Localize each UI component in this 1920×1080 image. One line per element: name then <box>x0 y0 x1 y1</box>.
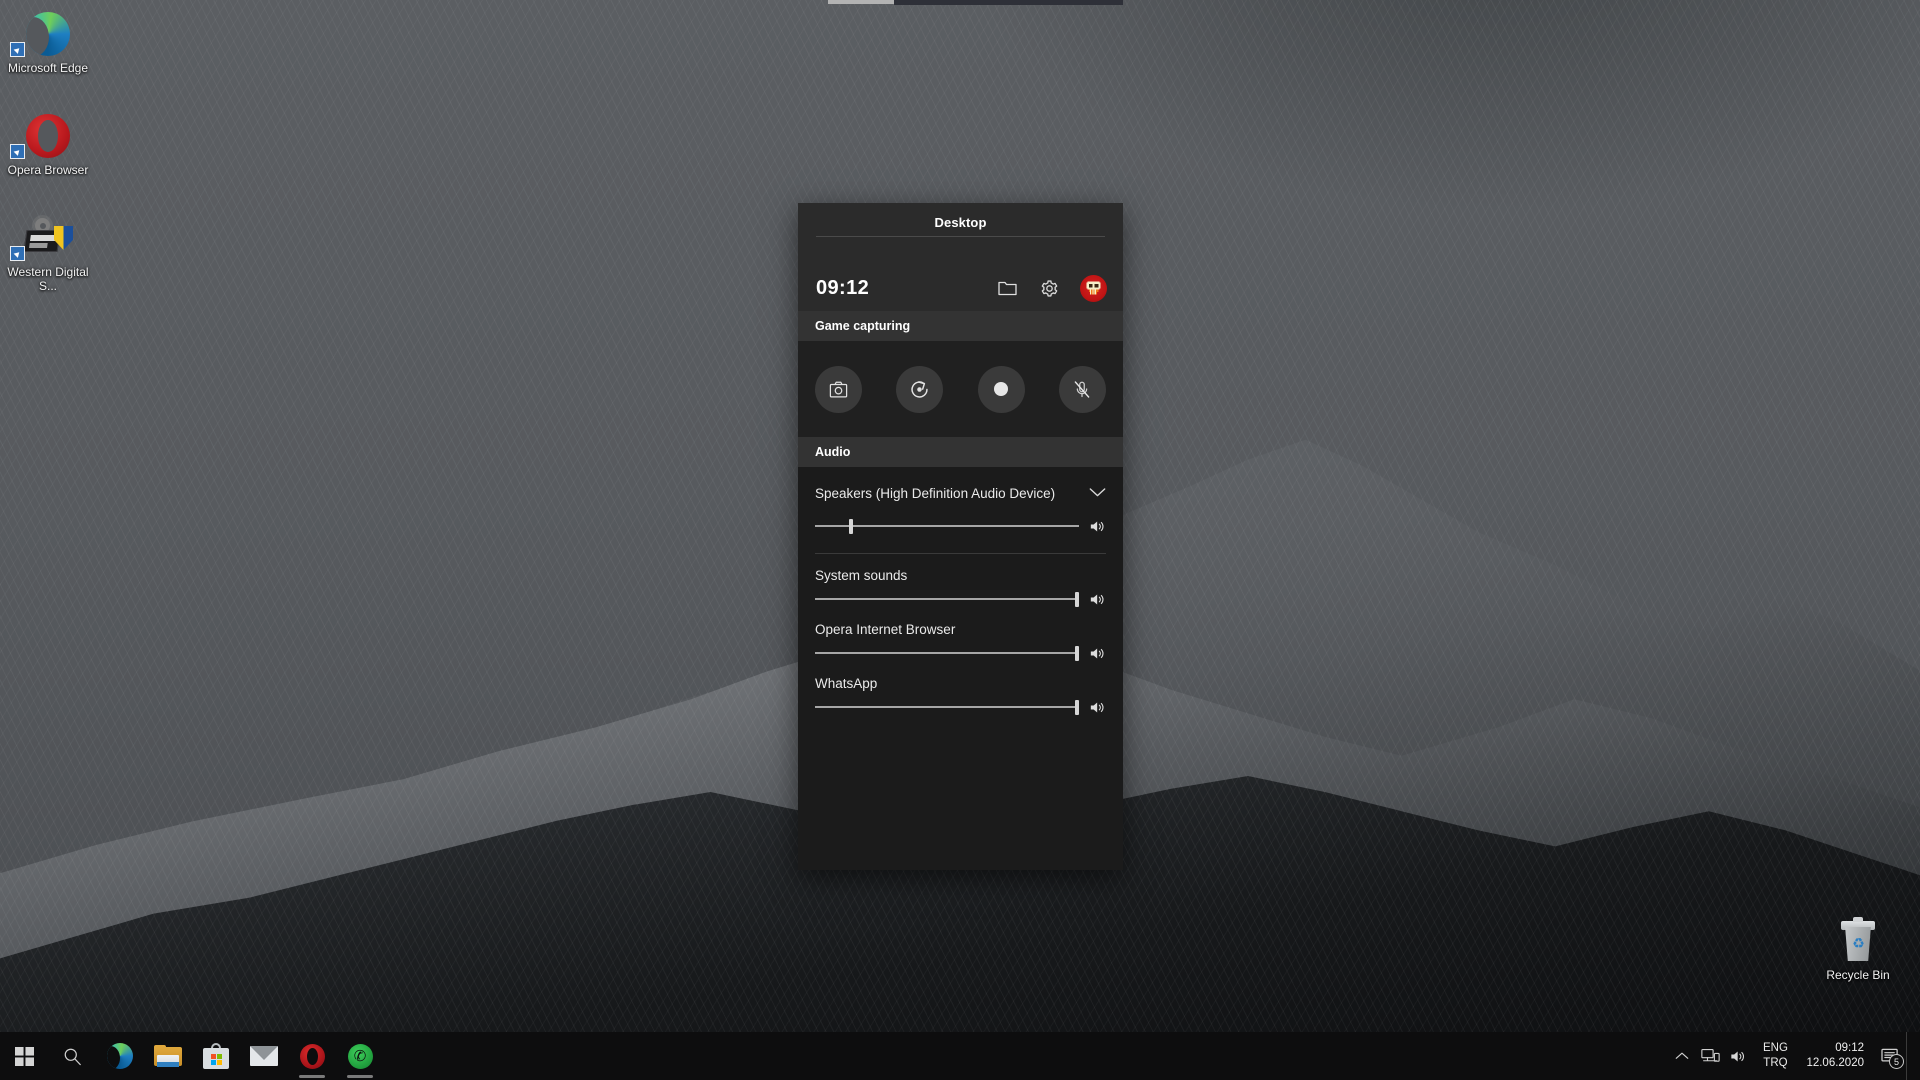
edge-icon <box>107 1043 133 1069</box>
app-volume-slider-row[interactable] <box>815 692 1106 722</box>
slider-thumb[interactable] <box>1075 646 1079 661</box>
game-bar-header: Desktop <box>798 203 1123 265</box>
notification-count-badge: 5 <box>1889 1054 1904 1069</box>
show-desktop-button[interactable] <box>1906 1032 1914 1080</box>
audio-app-name: WhatsApp <box>815 676 878 691</box>
section-header-audio: Audio <box>798 437 1123 467</box>
desktop-icon-label: Recycle Bin <box>1826 968 1890 982</box>
western-digital-icon <box>2 212 94 261</box>
network-icon[interactable] <box>1696 1032 1724 1080</box>
audio-app-name: Opera Internet Browser <box>815 622 956 637</box>
page-title: Desktop <box>934 215 987 230</box>
taskbar-microsoft-store[interactable] <box>192 1032 240 1080</box>
taskbar-whatsapp[interactable]: ✆ <box>336 1032 384 1080</box>
slider-thumb[interactable] <box>1075 700 1079 715</box>
recycle-bin-icon: ♻ <box>1812 915 1904 963</box>
store-icon <box>203 1043 229 1069</box>
chevron-down-icon[interactable] <box>1089 486 1106 501</box>
shortcut-overlay-icon <box>10 42 25 57</box>
taskbar-file-explorer[interactable] <box>144 1032 192 1080</box>
volume-icon[interactable] <box>1724 1032 1752 1080</box>
slider-track <box>815 525 1079 527</box>
record-dot-icon <box>994 382 1009 396</box>
speaker-icon[interactable] <box>1088 590 1106 608</box>
desktop-icon-opera-browser[interactable]: Opera Browser <box>2 110 94 177</box>
gear-icon[interactable] <box>1038 277 1060 299</box>
desktop-icon-western-digital[interactable]: Western Digital S... <box>2 212 94 293</box>
desktop-icon-recycle-bin[interactable]: ♻ Recycle Bin <box>1812 915 1904 982</box>
folder-icon <box>154 1045 182 1067</box>
opera-icon <box>2 110 94 159</box>
audio-app-row: Opera Internet Browser <box>815 614 1106 668</box>
audio-app-row: System sounds <box>815 560 1106 614</box>
app-volume-slider[interactable] <box>815 592 1079 607</box>
taskbar-opera[interactable] <box>288 1032 336 1080</box>
section-header-game-capturing: Game capturing <box>798 311 1123 341</box>
taskbar-clock[interactable]: 09:12 12.06.2020 <box>1798 1032 1874 1080</box>
clock-display: 09:12 <box>816 276 870 299</box>
toggle-mic-button[interactable] <box>1058 365 1106 413</box>
device-volume-slider-row[interactable] <box>815 511 1106 541</box>
audio-app-row: WhatsApp <box>815 668 1106 722</box>
chevron-up-icon[interactable] <box>1668 1032 1696 1080</box>
device-volume-slider[interactable] <box>815 519 1079 534</box>
game-bar-header-row: 09:12 <box>798 265 1123 311</box>
desktop-icon-label: Microsoft Edge <box>7 61 89 75</box>
language-primary: ENG <box>1762 1042 1788 1054</box>
capture-buttons-row <box>798 341 1123 437</box>
shortcut-overlay-icon <box>10 246 25 261</box>
header-divider <box>816 236 1105 237</box>
desktop-icon-label: Opera Browser <box>7 163 89 177</box>
audio-device-row[interactable]: Speakers (High Definition Audio Device) <box>815 467 1106 511</box>
start-button[interactable] <box>0 1032 48 1080</box>
mail-icon <box>250 1046 278 1066</box>
audio-panel: Speakers (High Definition Audio Device) <box>798 467 1123 722</box>
clock-time: 09:12 <box>1835 1042 1864 1054</box>
language-indicator[interactable]: ENG TRQ <box>1752 1032 1798 1080</box>
game-bar-widget[interactable]: Desktop 09:12 Game capturing Audio Speak… <box>798 203 1123 870</box>
desktop-icon-microsoft-edge[interactable]: Microsoft Edge <box>2 8 94 75</box>
app-volume-slider[interactable] <box>815 700 1079 715</box>
speaker-icon[interactable] <box>1088 517 1106 535</box>
audio-divider <box>815 553 1106 554</box>
slider-thumb[interactable] <box>848 519 853 534</box>
app-volume-slider-row[interactable] <box>815 638 1106 668</box>
action-center-button[interactable]: 5 <box>1874 1032 1906 1080</box>
shortcut-overlay-icon <box>10 144 25 159</box>
slider-thumb[interactable] <box>1075 592 1079 607</box>
slider-track <box>815 652 1079 654</box>
clock-date: 12.06.2020 <box>1806 1057 1864 1069</box>
record-last-30s-button[interactable] <box>896 365 944 413</box>
widget-menu-icon[interactable] <box>996 277 1018 299</box>
top-indicator-segment-dark <box>894 0 1123 5</box>
slider-track <box>815 706 1079 708</box>
whatsapp-icon: ✆ <box>347 1043 373 1069</box>
search-button[interactable] <box>48 1032 96 1080</box>
speaker-icon[interactable] <box>1088 698 1106 716</box>
app-volume-slider-row[interactable] <box>815 584 1106 614</box>
speaker-icon[interactable] <box>1088 644 1106 662</box>
skull-avatar[interactable] <box>1080 274 1107 302</box>
taskbar: ✆ ENG TRQ 09:12 12.06.2020 5 <box>0 1032 1920 1080</box>
audio-device-name: Speakers (High Definition Audio Device) <box>815 485 1056 501</box>
slider-track <box>815 598 1079 600</box>
edge-icon <box>2 8 94 57</box>
taskbar-mail[interactable] <box>240 1032 288 1080</box>
taskbar-edge[interactable] <box>96 1032 144 1080</box>
screen-top-indicator-bar <box>828 0 1123 5</box>
screenshot-button[interactable] <box>815 365 862 413</box>
desktop-icon-label: Western Digital S... <box>7 265 89 293</box>
opera-icon <box>299 1043 325 1069</box>
top-indicator-segment-light <box>828 0 894 4</box>
app-volume-slider[interactable] <box>815 646 1079 661</box>
start-recording-button[interactable] <box>977 365 1025 413</box>
audio-app-name: System sounds <box>815 568 908 583</box>
language-secondary: TRQ <box>1763 1057 1788 1069</box>
